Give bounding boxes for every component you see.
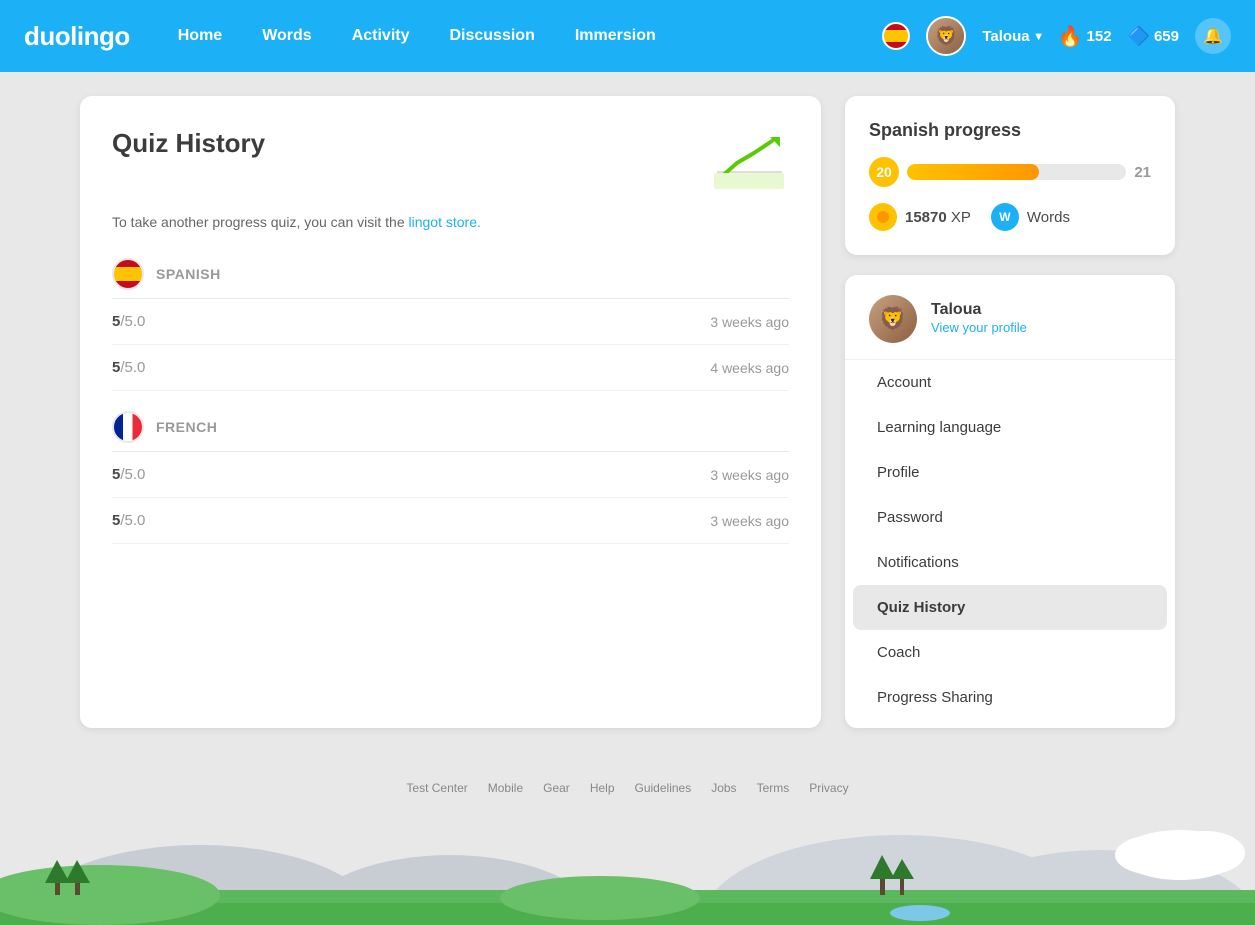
french-section: FRENCH 5/5.0 3 weeks ago 5/5.0 3 weeks a…	[112, 411, 789, 544]
language-flag[interactable]	[882, 22, 910, 50]
nav-activity[interactable]: Activity	[336, 19, 426, 53]
menu-item-progress-sharing[interactable]: Progress Sharing	[853, 675, 1167, 720]
footer-jobs[interactable]: Jobs	[711, 781, 736, 795]
lingot-store-link[interactable]: lingot store.	[409, 214, 481, 230]
main-content: Quiz History To take another progress qu…	[0, 72, 1255, 752]
bell-icon: 🔔	[1203, 26, 1223, 46]
table-row: 5/5.0 3 weeks ago	[112, 299, 789, 345]
words-circle: W	[991, 203, 1019, 231]
spanish-flag	[112, 258, 144, 290]
nav-links: Home Words Activity Discussion Immersion	[162, 19, 883, 53]
navbar: duolingo Home Words Activity Discussion …	[0, 0, 1255, 72]
footer-gear[interactable]: Gear	[543, 781, 570, 795]
words-stat: W Words	[991, 203, 1070, 231]
menu-item-quiz-history[interactable]: Quiz History	[853, 585, 1167, 630]
level-start-badge: 20	[869, 157, 899, 187]
table-row: 5/5.0 3 weeks ago	[112, 498, 789, 544]
user-avatar-nav[interactable]: 🦁	[926, 16, 966, 56]
menu-item-notifications[interactable]: Notifications	[853, 540, 1167, 585]
french-flag	[112, 411, 144, 443]
quiz-date-3: 3 weeks ago	[710, 467, 789, 483]
profile-info: Taloua View your profile	[931, 301, 1027, 337]
quiz-date-1: 3 weeks ago	[710, 314, 789, 330]
footer-mobile[interactable]: Mobile	[488, 781, 523, 795]
quiz-score-3: 5/5.0	[112, 466, 145, 483]
nav-words[interactable]: Words	[246, 19, 327, 53]
nav-home[interactable]: Home	[162, 19, 238, 53]
table-row: 5/5.0 3 weeks ago	[112, 452, 789, 498]
progress-bar-fill	[907, 164, 1039, 180]
xp-dot-icon	[875, 209, 891, 225]
progress-bar-bg	[907, 164, 1126, 180]
profile-menu-items: Account Learning language Profile Passwo…	[845, 360, 1175, 720]
quiz-score-2: 5/5.0	[112, 359, 145, 376]
quiz-date-2: 4 weeks ago	[710, 360, 789, 376]
trend-chart-wrap	[709, 128, 789, 198]
notifications-bell[interactable]: 🔔	[1195, 18, 1231, 54]
spanish-section: SPANISH 5/5.0 3 weeks ago 5/5.0 4 weeks …	[112, 258, 789, 391]
profile-name: Taloua	[931, 301, 1027, 319]
menu-item-profile[interactable]: Profile	[853, 450, 1167, 495]
fire-icon: 🔥	[1058, 24, 1083, 49]
view-profile-link[interactable]: View your profile	[931, 320, 1027, 335]
footer-test-center[interactable]: Test Center	[406, 781, 467, 795]
stats-row: 15870 XP W Words	[869, 203, 1151, 231]
trend-chart-icon	[712, 133, 787, 193]
footer-help[interactable]: Help	[590, 781, 615, 795]
footer-privacy[interactable]: Privacy	[809, 781, 848, 795]
progress-title: Spanish progress	[869, 120, 1151, 141]
footer-terms[interactable]: Terms	[757, 781, 790, 795]
menu-item-account[interactable]: Account	[853, 360, 1167, 405]
logo-text: duolingo	[24, 21, 130, 51]
gem-icon: 🔷	[1128, 26, 1150, 47]
gems-count: 659	[1154, 28, 1179, 45]
landscape-bg	[0, 795, 1255, 925]
quiz-score-1: 5/5.0	[112, 313, 145, 330]
streak-badge: 🔥 152	[1058, 24, 1112, 49]
quiz-date-4: 3 weeks ago	[710, 513, 789, 529]
profile-header: 🦁 Taloua View your profile	[845, 295, 1175, 360]
right-panel: Spanish progress 20 21 15870 XP	[845, 96, 1175, 728]
nav-immersion[interactable]: Immersion	[559, 19, 672, 53]
quiz-score-4: 5/5.0	[112, 512, 145, 529]
profile-avatar: 🦁	[869, 295, 917, 343]
words-label: Words	[1027, 209, 1070, 226]
xp-value: 15870 XP	[905, 209, 971, 226]
quiz-title: Quiz History	[112, 128, 265, 159]
streak-count: 152	[1087, 28, 1112, 45]
table-row: 5/5.0 4 weeks ago	[112, 345, 789, 391]
landscape-svg	[0, 795, 1255, 925]
spanish-header: SPANISH	[112, 258, 789, 299]
spanish-lang-name: SPANISH	[156, 266, 221, 282]
username-dropdown[interactable]: Taloua	[982, 28, 1041, 45]
progress-bar-row: 20 21	[869, 157, 1151, 187]
xp-circle	[869, 203, 897, 231]
xp-stat: 15870 XP	[869, 203, 971, 231]
level-end: 21	[1134, 164, 1151, 181]
french-header: FRENCH	[112, 411, 789, 452]
quiz-history-card: Quiz History To take another progress qu…	[80, 96, 821, 728]
footer-links: Test Center Mobile Gear Help Guidelines …	[0, 781, 1255, 795]
quiz-card-header: Quiz History	[112, 128, 789, 198]
navbar-right: 🦁 Taloua 🔥 152 🔷 659 🔔	[882, 16, 1231, 56]
avatar-image: 🦁	[928, 18, 964, 54]
logo[interactable]: duolingo	[24, 21, 130, 52]
progress-card: Spanish progress 20 21 15870 XP	[845, 96, 1175, 255]
menu-item-coach[interactable]: Coach	[853, 630, 1167, 675]
profile-card: 🦁 Taloua View your profile Account Learn…	[845, 275, 1175, 728]
nav-discussion[interactable]: Discussion	[433, 19, 550, 53]
menu-item-learning-language[interactable]: Learning language	[853, 405, 1167, 450]
quiz-subtitle: To take another progress quiz, you can v…	[112, 214, 789, 230]
footer-guidelines[interactable]: Guidelines	[635, 781, 692, 795]
menu-item-password[interactable]: Password	[853, 495, 1167, 540]
french-lang-name: FRENCH	[156, 419, 217, 435]
gems-badge: 🔷 659	[1128, 26, 1179, 47]
